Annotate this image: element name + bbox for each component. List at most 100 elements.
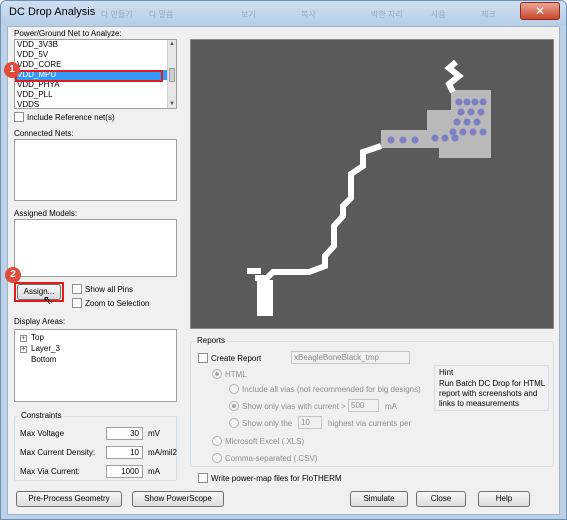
list-item[interactable]: VDD_PLL bbox=[15, 90, 176, 100]
max-voltage-label: Max Voltage bbox=[20, 429, 65, 438]
via bbox=[411, 136, 419, 144]
via bbox=[457, 108, 465, 116]
power-trace bbox=[255, 59, 464, 281]
list-item[interactable]: VDD_3V3B bbox=[15, 40, 176, 50]
show-vias-current-label: Show only vias with current > bbox=[242, 402, 346, 411]
scrollbar-thumb[interactable] bbox=[169, 68, 175, 82]
csv-radio[interactable] bbox=[212, 453, 222, 463]
include-reference-label: Include Reference net(s) bbox=[27, 113, 115, 122]
window-title: DC Drop Analysis bbox=[9, 6, 96, 18]
max-voltage-field[interactable]: 30 bbox=[106, 427, 143, 440]
via-current-threshold-field[interactable]: 500 bbox=[348, 399, 379, 412]
scroll-down-icon[interactable]: ▼ bbox=[169, 100, 175, 108]
display-areas-label: Display Areas: bbox=[14, 317, 66, 326]
net-list-scrollbar[interactable]: ▲ ▼ bbox=[167, 40, 176, 108]
max-voltage-unit: mV bbox=[148, 429, 160, 438]
hint-box: Hint Run Batch DC Drop for HTML report w… bbox=[434, 365, 549, 411]
excel-radio[interactable] bbox=[212, 436, 222, 446]
html-radio[interactable] bbox=[212, 369, 222, 379]
max-via-current-field[interactable]: 1000 bbox=[106, 465, 143, 478]
tree-item-bottom[interactable]: Bottom bbox=[31, 355, 56, 364]
ghost-menu-item: 다 말씀 bbox=[149, 10, 174, 19]
create-report-checkbox[interactable] bbox=[198, 353, 208, 363]
layout-drawing bbox=[247, 59, 491, 316]
tree-item-layer3[interactable]: Layer_3 bbox=[31, 344, 60, 353]
via bbox=[467, 108, 475, 116]
show-all-pins-checkbox[interactable] bbox=[72, 284, 82, 294]
net-list-label: Power/Ground Net to Analyze: bbox=[14, 29, 122, 38]
close-window-button[interactable]: ✕ bbox=[520, 2, 560, 20]
list-item[interactable]: VDD_CORE bbox=[15, 60, 176, 70]
reports-title: Reports bbox=[195, 336, 228, 345]
show-only-radio[interactable] bbox=[229, 418, 239, 428]
assigned-models-list[interactable] bbox=[14, 219, 177, 277]
via bbox=[473, 118, 481, 126]
top-n-vias-field[interactable]: 10 bbox=[298, 416, 322, 429]
tree-item-top[interactable]: Top bbox=[31, 333, 44, 342]
assigned-models-label: Assigned Models: bbox=[14, 209, 78, 218]
layout-canvas[interactable] bbox=[190, 39, 554, 329]
ghost-menu-item: 박한 자리 bbox=[371, 10, 403, 19]
via bbox=[479, 128, 487, 136]
dialog-body: Power/Ground Net to Analyze: VDD_3V3B VD… bbox=[4, 26, 560, 515]
include-reference-checkbox[interactable] bbox=[14, 112, 24, 122]
preprocess-geometry-button[interactable]: Pre-Process Geometry bbox=[16, 491, 122, 507]
expand-icon[interactable]: + bbox=[20, 335, 27, 342]
via bbox=[459, 128, 467, 136]
ghost-menu-item: 사용 bbox=[431, 10, 446, 19]
via bbox=[441, 134, 449, 142]
ghost-menu-item: 보기 bbox=[241, 10, 256, 19]
excel-label: Microsoft Excel (.XLS) bbox=[225, 437, 305, 446]
show-powerscope-button[interactable]: Show PowerScope bbox=[132, 491, 224, 507]
show-only-suffix: highest via currents per bbox=[328, 419, 412, 428]
dc-drop-window: DC Drop Analysis 다 만들기 다 말씀 보기 복사 박한 자리 … bbox=[0, 0, 567, 520]
via bbox=[451, 134, 459, 142]
max-via-current-unit: mA bbox=[148, 467, 160, 476]
ghost-menu-item: 복사 bbox=[301, 10, 316, 19]
via bbox=[431, 134, 439, 142]
flotherm-checkbox[interactable] bbox=[198, 473, 208, 483]
ghost-menu-item: 다 만들기 bbox=[101, 10, 133, 19]
show-all-pins-label: Show all Pins bbox=[85, 285, 134, 294]
radio-dot bbox=[232, 404, 236, 408]
step-badge-1: 1 bbox=[4, 62, 20, 78]
mouse-cursor-icon: ⇖ bbox=[43, 293, 54, 307]
title-bar: DC Drop Analysis 다 만들기 다 말씀 보기 복사 박한 자리 … bbox=[1, 1, 566, 25]
constraints-title: Constraints bbox=[19, 411, 64, 420]
flotherm-label: Write power-map files for FloTHERM bbox=[211, 474, 342, 483]
list-item[interactable]: VDD_5V bbox=[15, 50, 176, 60]
hint-line-1: Run Batch DC Drop for HTML bbox=[439, 379, 546, 388]
simulate-button[interactable]: Simulate bbox=[350, 491, 408, 507]
close-button[interactable]: Close bbox=[416, 491, 466, 507]
via bbox=[471, 98, 479, 106]
connected-nets-label: Connected Nets: bbox=[14, 129, 74, 138]
connected-nets-list[interactable] bbox=[14, 139, 177, 201]
via bbox=[469, 128, 477, 136]
list-item[interactable]: VDDS bbox=[15, 100, 176, 108]
scroll-up-icon[interactable]: ▲ bbox=[169, 40, 175, 48]
hint-line-3: links to measurements bbox=[439, 399, 520, 408]
create-report-label: Create Report bbox=[211, 354, 262, 363]
highlight-box-net bbox=[15, 70, 163, 82]
report-name-field[interactable]: xBeagleBoneBlack_tmp bbox=[291, 351, 410, 364]
max-current-density-label: Max Current Density: bbox=[20, 448, 96, 457]
via bbox=[399, 136, 407, 144]
show-vias-current-radio[interactable] bbox=[229, 401, 239, 411]
via bbox=[463, 118, 471, 126]
max-current-density-field[interactable]: 10 bbox=[106, 446, 143, 459]
display-areas-tree[interactable]: + Top + Layer_3 Bottom bbox=[14, 329, 177, 402]
via bbox=[449, 128, 457, 136]
include-all-vias-label: Include all vias (not recommended for bi… bbox=[242, 385, 421, 394]
csv-label: Comma-separated (.CSV) bbox=[225, 454, 318, 463]
show-only-label: Show only the bbox=[242, 419, 293, 428]
expand-icon[interactable]: + bbox=[20, 346, 27, 353]
via bbox=[479, 98, 487, 106]
zoom-to-selection-checkbox[interactable] bbox=[72, 298, 82, 308]
via bbox=[463, 98, 471, 106]
include-all-vias-radio[interactable] bbox=[229, 384, 239, 394]
step-badge-2: 2 bbox=[5, 267, 21, 283]
help-button[interactable]: Help bbox=[478, 491, 530, 507]
html-label: HTML bbox=[225, 370, 247, 379]
highlight-box-assign bbox=[14, 282, 64, 302]
via-current-unit: mA bbox=[385, 402, 397, 411]
